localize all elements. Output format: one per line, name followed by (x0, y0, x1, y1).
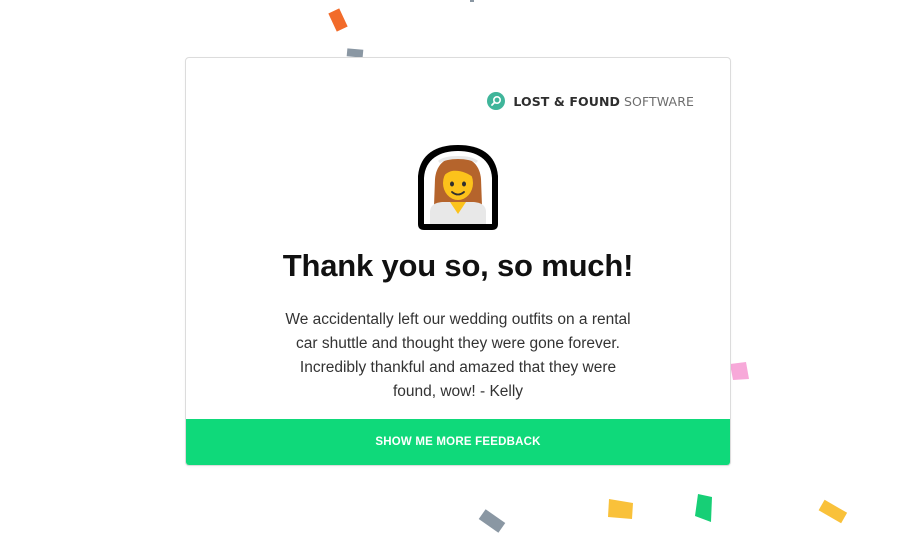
show-more-feedback-button[interactable]: SHOW ME MORE FEEDBACK (186, 419, 730, 465)
confetti-yellow-right (818, 499, 848, 524)
brand-logo: LOST & FOUND SOFTWARE (487, 91, 694, 111)
brand-name: LOST & FOUND (513, 93, 620, 109)
page: LOST & FOUND SOFTWARE Thank you so, so m… (0, 0, 903, 540)
confetti-pink-right (730, 362, 749, 380)
confetti-yellow-bottom (608, 499, 633, 519)
testimonial-quote: We accidentally left our wedding outfits… (285, 311, 631, 400)
confetti-dot-top (470, 0, 474, 2)
headline: Thank you so, so much! (282, 248, 634, 283)
brand-suffix: SOFTWARE (624, 93, 694, 109)
confetti-orange-top (328, 8, 348, 32)
feedback-card: LOST & FOUND SOFTWARE Thank you so, so m… (185, 57, 731, 466)
bride-with-veil-emoji-icon (418, 145, 498, 230)
confetti-gray-bottom (478, 509, 506, 533)
magnifier-logo-icon (487, 92, 506, 110)
confetti-green-bottom (695, 494, 712, 522)
